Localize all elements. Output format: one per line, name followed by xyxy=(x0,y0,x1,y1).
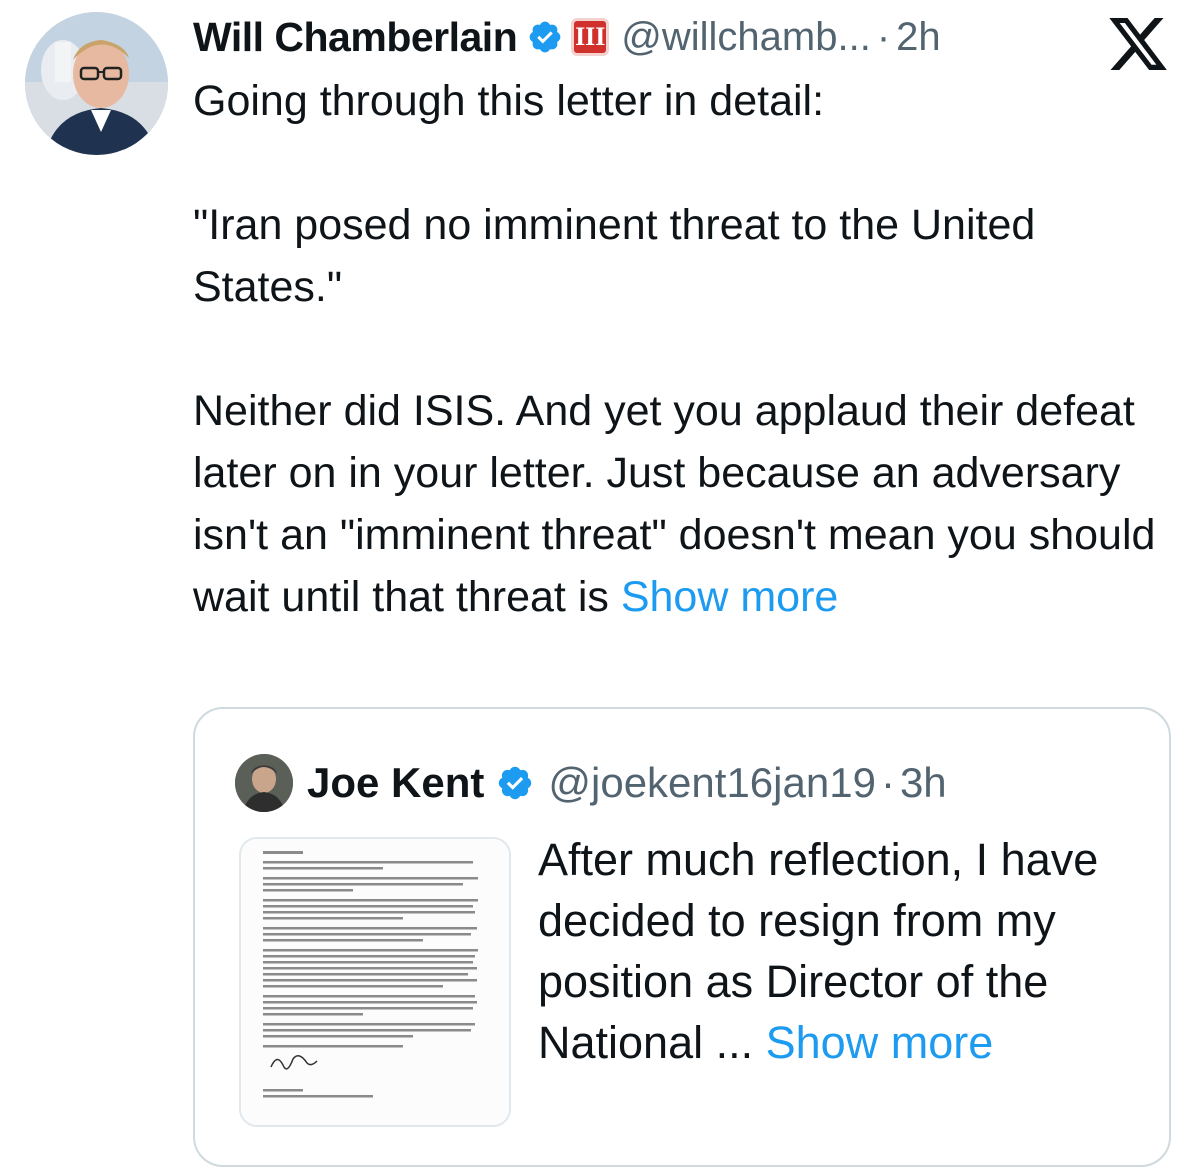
show-more-link[interactable]: Show more xyxy=(621,573,838,621)
author-name[interactable]: Will Chamberlain xyxy=(193,14,518,61)
tweet-text-paragraph: Neither did ISIS. And yet you applaud th… xyxy=(193,380,1173,628)
separator-dot: · xyxy=(880,759,895,806)
letter-document-image xyxy=(241,839,509,1125)
verified-badge-icon xyxy=(529,21,561,53)
author-handle[interactable]: @willchamb... xyxy=(621,15,871,60)
letter-image-thumbnail[interactable] xyxy=(239,837,511,1127)
author-avatar[interactable] xyxy=(25,12,168,155)
verified-badge-icon xyxy=(499,766,532,800)
x-logo-icon xyxy=(1109,17,1167,70)
tweet-timestamp[interactable]: 2h xyxy=(896,15,941,60)
quoted-author-avatar[interactable] xyxy=(235,754,293,812)
tweet-text-intro: Going through this letter in detail: xyxy=(193,77,825,125)
quoted-tweet-header: Joe Kent @joekent16jan19 · 3h xyxy=(235,753,947,813)
quoted-tweet-body: After much reflection, I have decided to… xyxy=(538,829,1148,1073)
tweet-header: Will Chamberlain III @willchamb... · 2h xyxy=(193,12,941,62)
quoted-author-name[interactable]: Joe Kent xyxy=(307,759,484,807)
quoted-author-handle[interactable]: @joekent16jan19 xyxy=(548,759,876,807)
affiliation-badge-icon: III xyxy=(571,18,610,56)
tweet-text-quote: "Iran posed no imminent threat to the Un… xyxy=(193,201,1036,311)
quoted-show-more-link[interactable]: Show more xyxy=(766,1017,994,1068)
quoted-tweet-card[interactable]: Joe Kent @joekent16jan19 · 3h After much… xyxy=(193,707,1171,1167)
quoted-author-avatar-image xyxy=(235,754,293,812)
separator-dot: · xyxy=(876,14,891,59)
author-avatar-image xyxy=(25,12,168,155)
quoted-tweet-timestamp[interactable]: 3h xyxy=(900,759,947,807)
tweet-body: Going through this letter in detail: "Ir… xyxy=(193,70,1173,628)
